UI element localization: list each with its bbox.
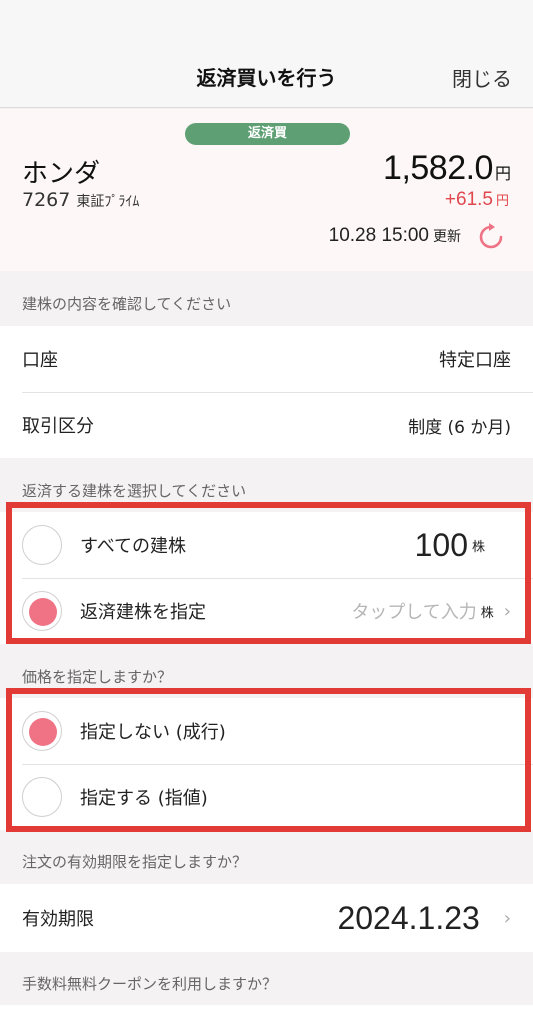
- updated-time-value: 10.28 15:00: [328, 225, 429, 246]
- market-order-radio[interactable]: [22, 711, 62, 751]
- select-options: すべての建株 100 株 返済建株を指定 タップして入力株 ›: [0, 512, 533, 644]
- specify-positions-option[interactable]: 返済建株を指定 タップして入力株 ›: [0, 578, 533, 644]
- change-value: +61.5: [444, 189, 493, 210]
- updated-time: 10.28 15:00 更新: [329, 225, 461, 247]
- price-unit: 円: [494, 164, 511, 183]
- order-page: 返済買いを行う 閉じる 返済買 ホンダ 7267 東証ﾌﾟﾗｲﾑ 1,582.0 円…: [0, 0, 533, 1025]
- expiry-section-label: 注文の有効期限を指定しますか？: [22, 853, 248, 871]
- account-value: 特定口座: [439, 350, 511, 371]
- price-change: +61.5 円: [445, 189, 509, 211]
- market-order-label: 指定しない (成行): [80, 722, 226, 743]
- limit-order-label: 指定する (指値): [80, 788, 208, 809]
- stock-card: 返済買 ホンダ 7267 東証ﾌﾟﾗｲﾑ 1,582.0 円 +61.5 円 10.2…: [0, 109, 533, 271]
- specify-qty-placeholder[interactable]: タップして入力: [351, 598, 476, 624]
- specify-qty-unit: 株: [480, 605, 494, 621]
- position-section-label: 建株の内容を確認してください: [22, 295, 232, 313]
- expiry-row[interactable]: 有効期限 2024.1.23 ›: [0, 884, 533, 952]
- limit-order-option[interactable]: 指定する (指値): [0, 764, 533, 830]
- all-positions-radio[interactable]: [22, 525, 62, 565]
- all-positions-label: すべての建株: [80, 536, 187, 557]
- stock-name: ホンダ: [22, 159, 101, 189]
- change-unit: 円: [495, 194, 509, 209]
- price-value: 1,582.0: [383, 149, 493, 187]
- exchange-label: 東証ﾌﾟﾗｲﾑ: [76, 194, 140, 210]
- refresh-icon[interactable]: [475, 221, 507, 253]
- chevron-right-icon: ›: [503, 907, 511, 929]
- limit-order-radio[interactable]: [22, 777, 62, 817]
- header: 返済買いを行う 閉じる: [0, 0, 533, 108]
- account-row: 口座 特定口座: [0, 326, 533, 392]
- coupon-section-label: 手数料無料クーポンを利用しますか？: [22, 975, 278, 993]
- price-section-label: 価格を指定しますか？: [22, 668, 173, 686]
- account-label: 口座: [22, 350, 58, 371]
- all-positions-unit: 株: [471, 539, 485, 555]
- select-section-label: 返済する建株を選択してください: [22, 482, 247, 500]
- close-button[interactable]: 閉じる: [452, 63, 512, 92]
- trade-type-label: 取引区分: [22, 416, 94, 437]
- all-positions-qty: 100: [414, 526, 468, 563]
- specify-positions-label: 返済建株を指定: [80, 602, 206, 623]
- expiry-options: 有効期限 2024.1.23 ›: [0, 884, 533, 952]
- order-type-badge: 返済買: [185, 123, 350, 145]
- market-order-option[interactable]: 指定しない (成行): [0, 698, 533, 764]
- position-info: 口座 特定口座 取引区分 制度 (6 か月): [0, 326, 533, 458]
- updated-label: 更新: [433, 229, 461, 245]
- expiry-value: 2024.1.23: [337, 899, 480, 936]
- chevron-right-icon: ›: [503, 600, 511, 622]
- stock-code: 7267: [22, 189, 71, 211]
- coupon-options: [0, 1005, 533, 1025]
- trade-type-row: 取引区分 制度 (6 か月): [0, 392, 533, 458]
- trade-type-value: 制度 (6 か月): [408, 417, 511, 438]
- stock-code-line: 7267 東証ﾌﾟﾗｲﾑ: [22, 189, 139, 211]
- stock-price: 1,582.0 円: [383, 149, 511, 188]
- price-options: 指定しない (成行) 指定する (指値): [0, 698, 533, 830]
- all-positions-option[interactable]: すべての建株 100 株: [0, 512, 533, 578]
- expiry-label: 有効期限: [22, 909, 94, 930]
- specify-positions-radio[interactable]: [22, 591, 62, 631]
